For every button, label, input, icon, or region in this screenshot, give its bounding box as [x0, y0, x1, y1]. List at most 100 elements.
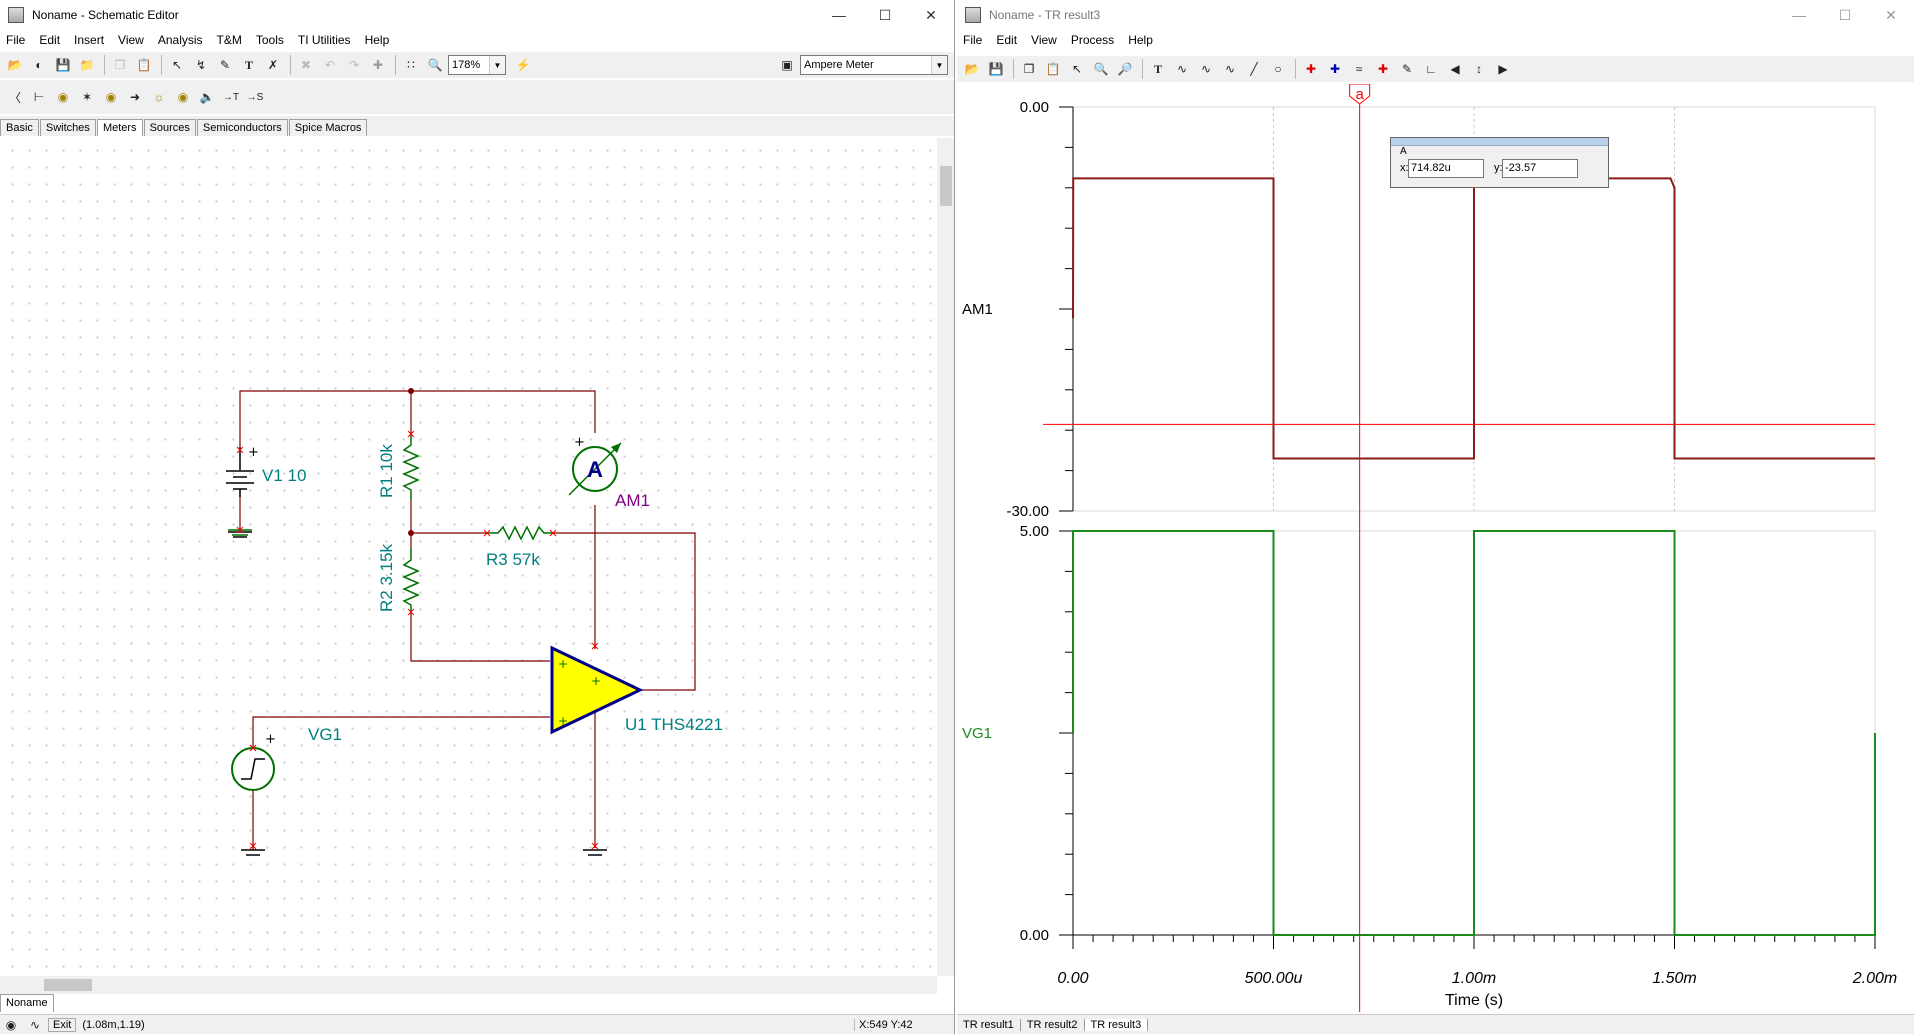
- tab-basic[interactable]: Basic: [0, 119, 39, 136]
- scrollbar-thumb[interactable]: [940, 166, 952, 206]
- copy-icon[interactable]: ❐: [109, 54, 131, 76]
- pencil-icon[interactable]: ✎: [214, 54, 236, 76]
- exit-button[interactable]: Exit: [48, 1017, 77, 1032]
- schematic-canvas[interactable]: A + + + + + + V1 10 R1 10k R2 3.15k R3 5…: [0, 138, 937, 976]
- cursor-readout-box[interactable]: A x: 714.82u y: -23.57: [1390, 137, 1609, 188]
- paste-icon[interactable]: 📋: [1042, 58, 1064, 80]
- erase-wire-icon[interactable]: ✗: [262, 54, 284, 76]
- menu-process[interactable]: Process: [1071, 33, 1114, 47]
- tab-sources[interactable]: Sources: [143, 119, 196, 136]
- menu-ti-utilities[interactable]: TI Utilities: [298, 33, 351, 47]
- terminal-s-icon[interactable]: →S: [244, 86, 266, 108]
- probe-icon[interactable]: ⚡: [512, 54, 534, 76]
- menu-view[interactable]: View: [118, 33, 144, 47]
- paste-icon[interactable]: 📋: [133, 54, 155, 76]
- text-icon[interactable]: T: [1147, 58, 1169, 80]
- speaker-icon[interactable]: 🔈: [196, 86, 218, 108]
- cursor-a-icon[interactable]: ✚: [1300, 58, 1322, 80]
- ammeter-icon[interactable]: ◉: [100, 86, 122, 108]
- arrow-component-icon[interactable]: ➜: [124, 86, 146, 108]
- minimize-button[interactable]: —: [1776, 0, 1822, 30]
- add-marker-icon[interactable]: ✚: [1372, 58, 1394, 80]
- cursor-marker-label: a: [1355, 86, 1364, 103]
- menu-file[interactable]: File: [6, 33, 25, 47]
- sensor-icon[interactable]: ✶: [76, 86, 98, 108]
- wire-icon[interactable]: ↯: [190, 54, 212, 76]
- analysis-status-icon[interactable]: ∿: [24, 1014, 46, 1034]
- grid-icon[interactable]: ∷: [400, 54, 422, 76]
- copy-icon[interactable]: ❐: [1018, 58, 1040, 80]
- maximize-button[interactable]: ☐: [1822, 0, 1868, 30]
- pointer-icon[interactable]: ↖: [1066, 58, 1088, 80]
- zoom-in-icon[interactable]: 🔍: [1090, 58, 1112, 80]
- cursor-x-field[interactable]: 714.82u: [1408, 159, 1484, 178]
- y-tick-label: 5.00: [1020, 523, 1049, 540]
- menu-file[interactable]: File: [963, 33, 982, 47]
- component-icon[interactable]: ▣: [776, 54, 798, 76]
- cursor-y-field[interactable]: -23.57: [1502, 159, 1578, 178]
- probe-status-icon[interactable]: ◉: [0, 1014, 22, 1034]
- menu-edit[interactable]: Edit: [996, 33, 1017, 47]
- undo-icon[interactable]: ↶: [319, 54, 341, 76]
- plot-area[interactable]: 0.00 -30.00 AM1 5.00 0.00 VG1 0.00 500.00u 1.00m…: [957, 84, 1914, 1012]
- minimize-button[interactable]: —: [816, 0, 862, 30]
- wattmeter-icon[interactable]: ☼: [148, 86, 170, 108]
- menu-tools[interactable]: Tools: [256, 33, 284, 47]
- tab-tr-result3[interactable]: TR result3: [1084, 1018, 1149, 1031]
- open-icon[interactable]: 📁: [76, 54, 98, 76]
- menu-help[interactable]: Help: [365, 33, 390, 47]
- save-icon[interactable]: 💾: [985, 58, 1007, 80]
- waveform-icon[interactable]: ≈: [1348, 58, 1370, 80]
- horizontal-scrollbar[interactable]: [0, 976, 937, 994]
- probe-icon[interactable]: ✎: [1396, 58, 1418, 80]
- terminal-t-icon[interactable]: →T: [220, 86, 242, 108]
- tab-meters[interactable]: Meters: [96, 119, 143, 136]
- close-button[interactable]: ✕: [908, 0, 954, 30]
- switch-icon[interactable]: ⊢: [28, 86, 50, 108]
- menu-edit[interactable]: Edit: [39, 33, 60, 47]
- ohmmeter-icon[interactable]: ◉: [172, 86, 194, 108]
- line-icon[interactable]: ╱: [1243, 58, 1265, 80]
- x-tick-label: 1.00m: [1452, 970, 1496, 987]
- tab-tr-result1[interactable]: TR result1: [957, 1018, 1021, 1031]
- tab-tr-result2[interactable]: TR result2: [1021, 1018, 1085, 1031]
- redo-icon[interactable]: ↷: [343, 54, 365, 76]
- draw-curve-3-icon[interactable]: ∿: [1219, 58, 1241, 80]
- component-combo[interactable]: Ampere Meter ▼: [800, 55, 948, 75]
- scrollbar-thumb[interactable]: [44, 979, 92, 991]
- draw-curve-icon[interactable]: ∿: [1171, 58, 1193, 80]
- circle-icon[interactable]: ○: [1267, 58, 1289, 80]
- tab-semiconductors[interactable]: Semiconductors: [196, 119, 288, 136]
- scroll-left-icon[interactable]: 〈: [4, 86, 26, 108]
- pointer-icon[interactable]: ↖: [166, 54, 188, 76]
- cursor-b-icon[interactable]: ✚: [1324, 58, 1346, 80]
- menu-tm[interactable]: T&M: [217, 33, 242, 47]
- delete-icon[interactable]: ✖: [295, 54, 317, 76]
- menu-view[interactable]: View: [1031, 33, 1057, 47]
- arrow-left-icon[interactable]: ◀: [1444, 58, 1466, 80]
- open-folder-icon[interactable]: 📂: [4, 54, 26, 76]
- tab-spice-macros[interactable]: Spice Macros: [288, 119, 368, 136]
- draw-curve-2-icon[interactable]: ∿: [1195, 58, 1217, 80]
- arrow-updown-icon[interactable]: ↕: [1468, 58, 1490, 80]
- vertical-scrollbar[interactable]: [937, 138, 954, 976]
- rotate-icon[interactable]: ✚: [367, 54, 389, 76]
- text-icon[interactable]: T: [238, 54, 260, 76]
- zoom-icon[interactable]: 🔍: [424, 54, 446, 76]
- menu-analysis[interactable]: Analysis: [158, 33, 203, 47]
- document-tab-noname[interactable]: Noname: [0, 994, 54, 1012]
- maximize-button[interactable]: ☐: [862, 0, 908, 30]
- zoom-combo[interactable]: 178% ▼: [448, 55, 506, 75]
- open-folder-icon[interactable]: 📂: [961, 58, 983, 80]
- menu-help[interactable]: Help: [1128, 33, 1153, 47]
- zoom-out-icon[interactable]: 🔎: [1114, 58, 1136, 80]
- ruler-icon[interactable]: ∟: [1420, 58, 1442, 80]
- menu-insert[interactable]: Insert: [74, 33, 104, 47]
- globe-icon[interactable]: ◐: [28, 54, 50, 76]
- label-am1: AM1: [615, 491, 650, 510]
- voltmeter-icon[interactable]: ◉: [52, 86, 74, 108]
- save-icon[interactable]: 💾: [52, 54, 74, 76]
- close-button[interactable]: ✕: [1868, 0, 1914, 30]
- arrow-right-icon[interactable]: ▶: [1492, 58, 1514, 80]
- tab-switches[interactable]: Switches: [39, 119, 96, 136]
